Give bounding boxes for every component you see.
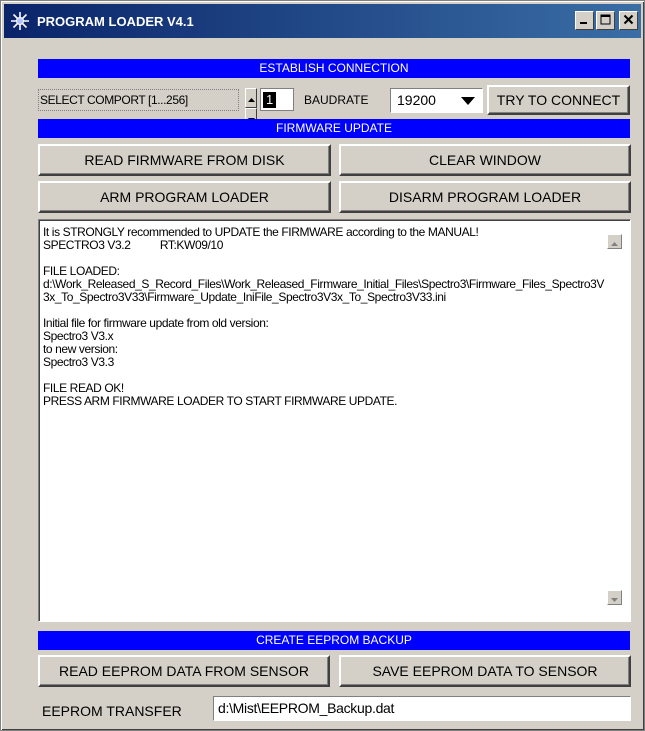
spinner-up-button[interactable] (245, 88, 257, 108)
comport-label: SELECT COMPORT [1...256] (38, 89, 239, 111)
arm-program-loader-button[interactable]: ARM PROGRAM LOADER (38, 181, 331, 213)
close-icon (623, 12, 634, 30)
minimize-button[interactable] (575, 11, 594, 30)
scroll-down-button[interactable] (607, 590, 622, 605)
clear-window-button[interactable]: CLEAR WINDOW (339, 144, 631, 176)
firmware-log-textarea[interactable]: It is STRONGLY recommended to UPDATE the… (38, 219, 631, 622)
window-title: PROGRAM LOADER V4.1 (37, 13, 194, 29)
app-icon (9, 10, 31, 32)
baudrate-value: 19200 (397, 92, 436, 108)
try-to-connect-button[interactable]: TRY TO CONNECT (487, 85, 630, 115)
read-firmware-button[interactable]: READ FIRMWARE FROM DISK (38, 144, 331, 176)
minimize-icon (579, 12, 590, 30)
comport-value: 1 (263, 92, 277, 108)
close-button[interactable] (619, 11, 638, 30)
section-firmware-update: FIRMWARE UPDATE (38, 119, 630, 138)
baudrate-select[interactable]: 19200 (390, 88, 483, 113)
dropdown-arrow-icon[interactable] (456, 91, 480, 110)
read-eeprom-button[interactable]: READ EEPROM DATA FROM SENSOR (38, 655, 330, 687)
eeprom-transfer-path-field[interactable]: d:\Mist\EEPROM_Backup.dat (213, 696, 631, 721)
eeprom-transfer-label: EEPROM TRANSFER (42, 703, 182, 719)
scroll-up-button[interactable] (607, 234, 622, 249)
maximize-icon (600, 12, 611, 30)
firmware-log-text: It is STRONGLY recommended to UPDATE the… (43, 225, 605, 408)
title-bar[interactable]: PROGRAM LOADER V4.1 (4, 4, 641, 38)
maximize-button[interactable] (596, 11, 615, 30)
section-create-eeprom-backup: CREATE EEPROM BACKUP (38, 631, 630, 650)
comport-input[interactable]: 1 (260, 88, 294, 111)
disarm-program-loader-button[interactable]: DISARM PROGRAM LOADER (339, 181, 631, 213)
comport-spinner[interactable] (245, 88, 257, 128)
baudrate-label: BAUDRATE (304, 93, 369, 107)
scroll-up-icon (611, 233, 618, 251)
program-loader-window: PROGRAM LOADER V4.1 ESTABLISH CONNECTION… (0, 0, 645, 731)
triangle-up-icon (247, 89, 255, 107)
section-establish-connection: ESTABLISH CONNECTION (38, 59, 630, 78)
save-eeprom-button[interactable]: SAVE EEPROM DATA TO SENSOR (339, 655, 631, 687)
scroll-down-icon (611, 589, 618, 607)
